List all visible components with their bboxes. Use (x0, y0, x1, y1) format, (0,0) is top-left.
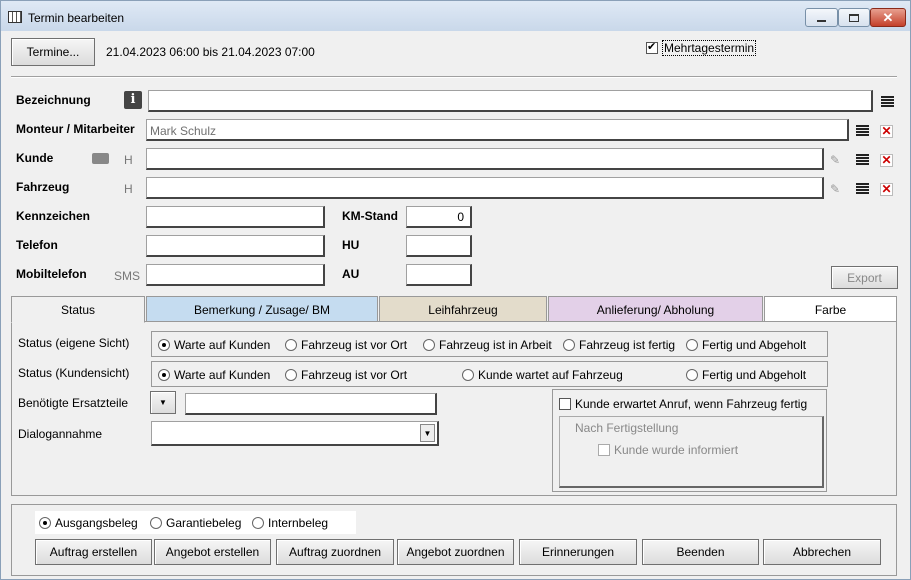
anruf-checkbox[interactable]: Kunde erwartet Anruf, wenn Fahrzeug fert… (559, 397, 807, 411)
mobiltelefon-field[interactable] (146, 264, 325, 286)
abbrechen-button[interactable]: Abbrechen (763, 539, 881, 565)
fahrzeug-field[interactable] (146, 177, 824, 199)
radio-eigene-in-arbeit[interactable]: Fahrzeug ist in Arbeit (423, 338, 552, 352)
status-kunden-label: Status (Kundensicht) (18, 366, 130, 380)
radio-kunden-warte[interactable]: Warte auf Kunden (158, 368, 270, 382)
chevron-down-icon[interactable]: ▼ (420, 424, 435, 442)
nach-label: Nach Fertigstellung (575, 421, 679, 435)
delete-icon[interactable]: ✕ (880, 125, 893, 138)
list-icon[interactable] (856, 154, 869, 165)
ersatzteile-label: Benötigte Ersatzteile (18, 396, 129, 410)
informiert-checkbox[interactable]: Kunde wurde informiert (598, 443, 738, 457)
mehrtage-check-icon (646, 40, 658, 54)
radio-eigene-vor-ort[interactable]: Fahrzeug ist vor Ort (285, 338, 407, 352)
app-grid-icon (8, 11, 22, 23)
beenden-button[interactable]: Beenden (642, 539, 759, 565)
status-kunden-group: Warte auf Kunden Fahrzeug ist vor Ort Ku… (151, 361, 828, 387)
erinnerungen-button[interactable]: Erinnerungen (519, 539, 637, 565)
maximize-icon (849, 13, 859, 22)
monteur-field[interactable]: Mark Schulz (146, 119, 849, 141)
radio-eigene-warte[interactable]: Warte auf Kunden (158, 338, 270, 352)
kunde-field[interactable] (146, 148, 824, 170)
beleg-group: Ausgangsbeleg Garantiebeleg Internbeleg (35, 511, 356, 534)
dialog-select[interactable]: ▼ (151, 421, 439, 446)
radio-garantiebeleg[interactable]: Garantiebeleg (150, 516, 241, 530)
window-title: Termin bearbeiten (28, 11, 125, 25)
dialog-label: Dialogannahme (18, 427, 103, 441)
action-panel: Ausgangsbeleg Garantiebeleg Internbeleg … (11, 504, 897, 576)
edit-icon[interactable]: ✎ (830, 183, 842, 195)
nach-fertigstellung-group: Nach Fertigstellung Kunde wurde informie… (559, 416, 824, 488)
edit-icon[interactable]: ✎ (830, 154, 842, 166)
sms-label[interactable]: SMS (114, 269, 140, 283)
list-icon[interactable] (856, 125, 869, 136)
radio-kunden-wartet[interactable]: Kunde wartet auf Fahrzeug (462, 368, 623, 382)
radio-internbeleg[interactable]: Internbeleg (252, 516, 328, 530)
kennzeichen-label: Kennzeichen (16, 209, 91, 223)
radio-kunden-abgeholt[interactable]: Fertig und Abgeholt (686, 368, 806, 382)
fahrzeug-h-label[interactable]: H (124, 182, 133, 196)
mobiltelefon-label: Mobiltelefon (16, 267, 87, 281)
status-eigene-label: Status (eigene Sicht) (18, 336, 130, 350)
auftrag-zuordnen-button[interactable]: Auftrag zuordnen (276, 539, 394, 565)
km-field[interactable]: 0 (406, 206, 472, 228)
close-button[interactable]: ✕ (870, 8, 906, 27)
status-panel: Status (eigene Sicht) Warte auf Kunden F… (11, 321, 897, 496)
auftrag-erstellen-button[interactable]: Auftrag erstellen (35, 539, 152, 565)
mehrtage-checkbox[interactable]: Mehrtagestermin (646, 40, 757, 56)
date-range: 21.04.2023 06:00 bis 21.04.2023 07:00 (106, 45, 315, 59)
radio-eigene-abgeholt[interactable]: Fertig und Abgeholt (686, 338, 806, 352)
minimize-button[interactable] (805, 8, 838, 27)
fahrzeug-label: Fahrzeug (16, 180, 70, 194)
kunde-h-label[interactable]: H (124, 153, 133, 167)
bezeichnung-field[interactable] (148, 90, 873, 112)
delete-icon[interactable]: ✕ (880, 154, 893, 167)
list-icon[interactable] (881, 96, 894, 107)
car-icon[interactable] (92, 153, 109, 164)
radio-kunden-vor-ort[interactable]: Fahrzeug ist vor Ort (285, 368, 407, 382)
km-label: KM-Stand (342, 209, 398, 223)
minimize-icon (817, 19, 826, 22)
monteur-label: Monteur / Mitarbeiter (16, 122, 135, 136)
angebot-erstellen-button[interactable]: Angebot erstellen (154, 539, 271, 565)
title-bar: Termin bearbeiten ✕ (1, 1, 910, 31)
status-eigene-group: Warte auf Kunden Fahrzeug ist vor Ort Fa… (151, 331, 828, 357)
export-button[interactable]: Export (831, 266, 898, 289)
chevron-down-icon: ▼ (159, 398, 167, 407)
ersatzteile-dropdown-button[interactable]: ▼ (150, 391, 176, 414)
au-field[interactable] (406, 264, 472, 286)
tab-bemerkung[interactable]: Bemerkung / Zusage/ BM (146, 296, 378, 322)
tab-anlieferung[interactable]: Anlieferung/ Abholung (548, 296, 763, 322)
mehrtage-label: Mehrtagestermin (662, 40, 757, 56)
dialog-window: Termin bearbeiten ✕ Termine... 21.04.202… (0, 0, 911, 580)
bezeichnung-label: Bezeichnung (16, 93, 91, 107)
ersatzteile-field[interactable] (185, 393, 437, 415)
au-label: AU (342, 267, 360, 281)
close-icon: ✕ (882, 9, 894, 25)
kennzeichen-field[interactable] (146, 206, 325, 228)
telefon-label: Telefon (16, 238, 58, 252)
radio-eigene-fertig[interactable]: Fahrzeug ist fertig (563, 338, 675, 352)
divider (11, 76, 897, 78)
info-icon[interactable]: i (124, 91, 142, 109)
kunde-label: Kunde (16, 151, 54, 165)
delete-icon[interactable]: ✕ (880, 183, 893, 196)
termine-button[interactable]: Termine... (11, 38, 95, 66)
telefon-field[interactable] (146, 235, 325, 257)
radio-ausgangsbeleg[interactable]: Ausgangsbeleg (39, 516, 138, 530)
hu-label: HU (342, 238, 360, 252)
maximize-button[interactable] (838, 8, 870, 27)
tab-status[interactable]: Status (11, 296, 145, 323)
angebot-zuordnen-button[interactable]: Angebot zuordnen (397, 539, 514, 565)
anruf-box: Kunde erwartet Anruf, wenn Fahrzeug fert… (552, 389, 827, 492)
monteur-value: Mark Schulz (150, 124, 217, 138)
tab-leihfahrzeug[interactable]: Leihfahrzeug (379, 296, 547, 322)
list-icon[interactable] (856, 183, 869, 194)
tab-farbe[interactable]: Farbe (764, 296, 897, 322)
hu-field[interactable] (406, 235, 472, 257)
